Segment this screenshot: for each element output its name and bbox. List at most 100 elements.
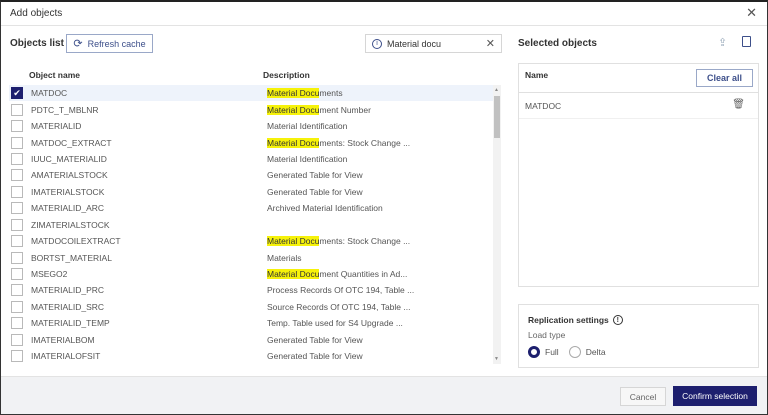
description: Material Documents: Stock Change ... bbox=[267, 137, 411, 148]
refresh-icon: ⟳ bbox=[73, 38, 83, 50]
selected-item: MATDOC 🗑 bbox=[519, 93, 758, 119]
object-name: MSEGO2 bbox=[31, 269, 68, 280]
object-name: IMATERIALOFSIT bbox=[31, 351, 101, 362]
column-header-object-name[interactable]: Object name bbox=[29, 70, 80, 80]
dialog-title: Add objects bbox=[10, 8, 63, 19]
object-name: MATERIALID_TEMP bbox=[31, 318, 110, 329]
column-header-description[interactable]: Description bbox=[263, 70, 310, 80]
object-name: PDTC_T_MBLNR bbox=[31, 104, 99, 115]
description-rest: Source Records Of OTC 194, Table ... bbox=[267, 301, 411, 312]
description-rest: Process Records Of OTC 194, Table ... bbox=[267, 285, 415, 296]
table-row[interactable]: IUUC_MATERIALID Material Identification bbox=[9, 151, 493, 167]
load-type-label: Load type bbox=[528, 330, 566, 340]
refresh-cache-button[interactable]: ⟳ Refresh cache bbox=[66, 34, 153, 53]
row-checkbox[interactable] bbox=[11, 251, 23, 264]
table-row[interactable]: ✔ MATDOC Material Documents bbox=[9, 85, 493, 102]
row-checkbox[interactable] bbox=[11, 284, 23, 297]
row-checkbox[interactable] bbox=[11, 136, 23, 149]
row-checkbox[interactable] bbox=[11, 317, 23, 330]
object-name: IUUC_MATERIALID bbox=[31, 153, 107, 164]
export-icon[interactable]: ⇪ bbox=[718, 36, 727, 49]
cancel-button[interactable]: Cancel bbox=[620, 387, 666, 406]
row-checkbox[interactable] bbox=[11, 185, 23, 198]
scroll-up-icon[interactable]: ▲ bbox=[494, 87, 499, 93]
row-checkbox[interactable] bbox=[11, 120, 23, 133]
scroll-down-icon[interactable]: ▼ bbox=[494, 356, 499, 362]
table-row[interactable]: MATERIALID_SRC Source Records Of OTC 194,… bbox=[9, 299, 493, 315]
radio-full[interactable] bbox=[528, 346, 540, 358]
table-row[interactable]: MATERIALID_ARC Archived Material Identifi… bbox=[9, 200, 493, 216]
description-rest: Generated Table for View bbox=[267, 170, 363, 181]
table-row[interactable]: IMATERIALBOM Generated Table for View bbox=[9, 332, 493, 348]
info-icon[interactable]: ! bbox=[612, 315, 623, 325]
column-header-name: Name bbox=[525, 70, 549, 80]
description-rest: Material Identification bbox=[267, 153, 348, 164]
clear-all-button[interactable]: Clear all bbox=[696, 69, 753, 87]
table-row[interactable]: PDTC_T_MBLNR Material Document Number bbox=[9, 101, 493, 117]
description: Temp. Table used for S4 Upgrade ... bbox=[267, 318, 403, 328]
table-row[interactable]: IMATERIALSTOCK Generated Table for View bbox=[9, 184, 493, 200]
objects-table: ✔ MATDOC Material Documents PDTC_T_MBLNR Mat… bbox=[9, 85, 493, 364]
table-row[interactable]: AMATERIALSTOCK Generated Table for View bbox=[9, 167, 493, 183]
close-icon[interactable]: ✕ bbox=[746, 5, 757, 21]
object-name: IMATERIALSTOCK bbox=[31, 186, 105, 197]
description-rest: ments: Stock Change ... bbox=[319, 236, 411, 247]
table-row[interactable]: MATERIALID_TEMP Temp. Table used for S4 U… bbox=[9, 315, 493, 331]
row-checkbox[interactable] bbox=[11, 218, 23, 231]
object-name: IMATERIALBOM bbox=[31, 334, 95, 345]
row-checkbox[interactable] bbox=[11, 202, 23, 215]
search-highlight: Material Docu bbox=[267, 137, 320, 148]
refresh-label: Refresh cache bbox=[87, 38, 146, 49]
description: Material Identification bbox=[267, 121, 347, 131]
clear-search-icon[interactable]: ✕ bbox=[486, 37, 495, 50]
description-rest: Generated Table for View bbox=[267, 351, 363, 362]
description: Material Document Number bbox=[267, 104, 371, 115]
description-rest: Generated Table for View bbox=[267, 186, 363, 197]
table-row[interactable]: MSEGO2 Material Document Quantities in Ad… bbox=[9, 266, 493, 282]
row-checkbox[interactable] bbox=[11, 268, 23, 281]
object-name: MATERIALID bbox=[31, 121, 82, 132]
search-highlight: Material Docu bbox=[267, 88, 320, 99]
scrollbar-thumb[interactable] bbox=[494, 96, 500, 138]
selected-item-name: MATDOC bbox=[525, 101, 562, 111]
object-name: MATERIALID_ARC bbox=[31, 203, 105, 214]
row-checkbox[interactable] bbox=[11, 333, 23, 346]
description: Material Document Quantities in Ad... bbox=[267, 269, 407, 280]
replication-settings-heading: Replication settings bbox=[528, 315, 609, 325]
row-checkbox[interactable] bbox=[11, 103, 23, 116]
object-name: MATDOCOILEXTRACT bbox=[31, 236, 121, 247]
description-rest: ments bbox=[319, 88, 343, 99]
object-name: MATERIALID_PRC bbox=[31, 285, 105, 296]
search-input[interactable]: i Material docu ✕ bbox=[365, 34, 502, 53]
object-name: BORTST_MATERIAL bbox=[31, 252, 112, 263]
confirm-selection-button[interactable]: Confirm selection bbox=[673, 386, 757, 406]
description: Material Identification bbox=[267, 154, 347, 164]
trash-icon[interactable]: 🗑 bbox=[732, 99, 745, 110]
row-checkbox[interactable]: ✔ bbox=[11, 87, 23, 100]
row-checkbox[interactable] bbox=[11, 169, 23, 182]
table-row[interactable]: MATDOC_EXTRACT Material Documents: Stock … bbox=[9, 134, 493, 150]
table-row[interactable]: MATDOCOILEXTRACT Material Documents: Stoc… bbox=[9, 233, 493, 249]
description: Generated Table for View bbox=[267, 170, 363, 180]
clipboard-icon[interactable] bbox=[742, 36, 751, 47]
table-row[interactable]: MATERIALID Material Identification bbox=[9, 118, 493, 134]
description: Generated Table for View bbox=[267, 335, 363, 345]
table-row[interactable]: IMATERIALOFSIT Generated Table for View bbox=[9, 348, 493, 364]
search-highlight: Material Docu bbox=[267, 236, 320, 247]
table-row[interactable]: MATERIALID_PRC Process Records Of OTC 194… bbox=[9, 282, 493, 298]
object-name: ZIMATERIALSTOCK bbox=[31, 219, 110, 230]
row-checkbox[interactable] bbox=[11, 350, 23, 363]
table-row[interactable]: ZIMATERIALSTOCK bbox=[9, 217, 493, 233]
row-checkbox[interactable] bbox=[11, 152, 23, 165]
radio-delta-label: Delta bbox=[585, 347, 606, 357]
row-checkbox[interactable] bbox=[11, 235, 23, 248]
object-name: AMATERIALSTOCK bbox=[31, 170, 108, 181]
row-checkbox[interactable] bbox=[11, 300, 23, 313]
replication-settings-panel: Replication settings ! Load type Full De… bbox=[518, 304, 759, 368]
description-rest: ments: Stock Change ... bbox=[319, 137, 411, 148]
selected-objects-table: Name Clear all MATDOC 🗑 bbox=[518, 63, 759, 287]
search-highlight: Material Docu bbox=[267, 269, 320, 280]
radio-delta[interactable] bbox=[568, 346, 581, 358]
table-row[interactable]: BORTST_MATERIAL Materials bbox=[9, 249, 493, 265]
object-name: MATDOC bbox=[31, 88, 68, 99]
